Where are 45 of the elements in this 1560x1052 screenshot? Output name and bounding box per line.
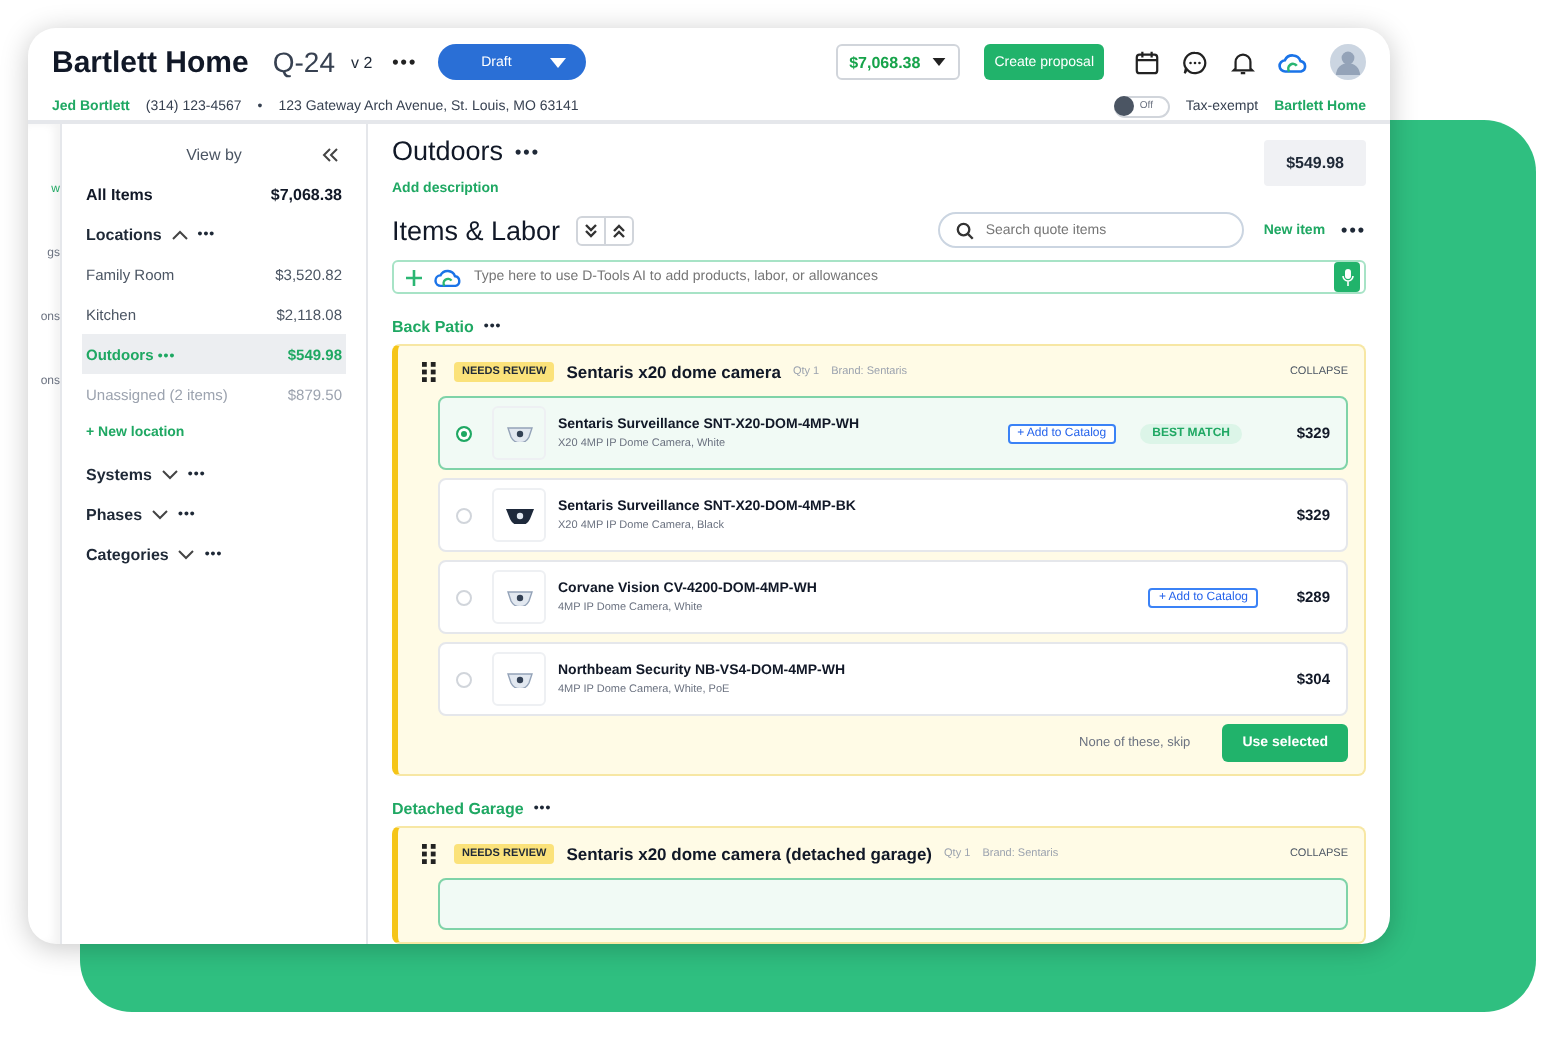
search-icon [955, 221, 974, 239]
microphone-button[interactable] [1334, 262, 1360, 293]
expand-collapse-buttons[interactable] [576, 215, 635, 245]
cloud-icon[interactable] [1278, 51, 1308, 73]
dome-camera-icon [505, 589, 533, 606]
radio-button[interactable] [456, 507, 472, 524]
item-title: Sentaris x20 dome camera [566, 362, 781, 383]
drag-handle-icon[interactable] [422, 362, 436, 383]
location-title: Outdoors [392, 136, 504, 166]
bell-icon[interactable] [1230, 49, 1256, 75]
more-button[interactable]: ••• [515, 141, 540, 161]
radio-button[interactable] [456, 425, 472, 442]
group-heading[interactable]: Systems [86, 465, 152, 483]
caret-icon [549, 57, 566, 67]
collapse-icon[interactable] [322, 148, 338, 162]
microphone-icon [1341, 268, 1353, 287]
radio-button[interactable] [456, 671, 472, 688]
drag-handle-icon[interactable] [422, 844, 436, 864]
quote-number: Q-24 [272, 46, 335, 78]
location-total: $549.98 [1264, 140, 1366, 186]
view-by-label: View by [186, 145, 242, 163]
dome-camera-icon [505, 671, 533, 688]
chevron-down-icon[interactable] [152, 509, 169, 519]
group-heading[interactable]: Locations [86, 225, 162, 243]
chevron-up-icon[interactable] [171, 229, 188, 239]
project-title: Bartlett Home [52, 45, 249, 79]
chat-icon[interactable] [1182, 49, 1208, 75]
cloud-icon [434, 267, 462, 288]
version-label: v 2 [350, 53, 373, 71]
chevron-down-icon[interactable] [161, 469, 178, 479]
item-title: Sentaris x20 dome camera (detached garage) [566, 844, 933, 864]
section-title: Items & Labor [392, 215, 561, 245]
chevron-down-icon[interactable] [178, 549, 195, 559]
radio-button[interactable] [456, 589, 472, 606]
group-heading[interactable]: Categories [86, 545, 169, 563]
group-heading[interactable]: Phases [86, 505, 143, 523]
calendar-icon[interactable] [1134, 49, 1160, 75]
all-items-row[interactable]: All Items $7,068.38 [86, 174, 342, 214]
dome-camera-icon [505, 425, 533, 442]
plus-icon [406, 269, 422, 286]
more-button[interactable]: ••• [388, 52, 422, 72]
dome-camera-icon [505, 507, 533, 524]
more-button[interactable]: ••• [1341, 220, 1366, 240]
caret-icon [932, 58, 947, 66]
avatar-icon[interactable] [1330, 44, 1366, 80]
